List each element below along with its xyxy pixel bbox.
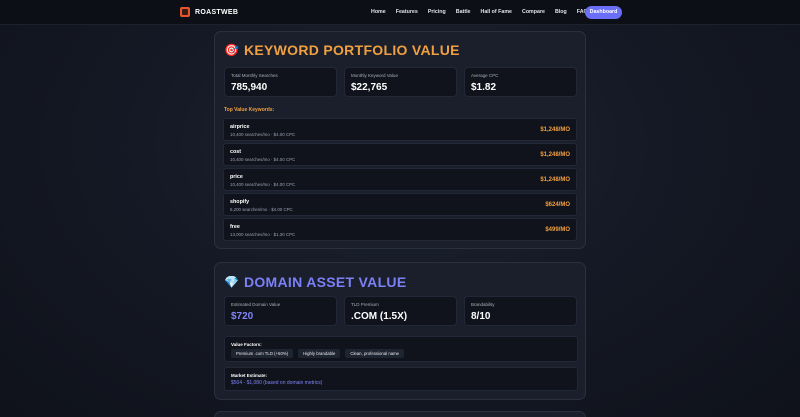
nav-links: Home Features Pricing Battle Hall of Fam… <box>371 9 588 15</box>
value-factors-list: Premium .com TLD (+50%) Highly brandable… <box>231 349 405 358</box>
stat-monthly-keyword-value: Monthly Keyword Value $22,765 <box>344 67 457 97</box>
keyword-name: free <box>230 224 240 230</box>
keyword-value: $1,248/MO <box>540 177 570 183</box>
stat-label: Average CPC <box>471 73 499 78</box>
keyword-meta: 13,000 searches/mo · $1.30 CPC <box>230 232 296 237</box>
nav-link-features[interactable]: Features <box>396 9 418 15</box>
value-factor-chip: Premium .com TLD (+50%) <box>231 349 294 358</box>
stat-label: Brandability <box>471 302 495 307</box>
gem-icon: 💎 <box>224 275 239 289</box>
stat-total-monthly-searches: Total Monthly Searches 785,940 <box>224 67 337 97</box>
nav-link-compare[interactable]: Compare <box>522 9 545 15</box>
market-estimate-panel: Market Estimate: $504 - $1,080 (based on… <box>224 367 578 391</box>
domain-asset-card: 💎 DOMAIN ASSET VALUE Estimated Domain Va… <box>214 262 586 400</box>
keyword-meta: 10,400 searches/mo · $4.00 CPC <box>230 157 296 162</box>
nav-link-hall-of-fame[interactable]: Hall of Fame <box>481 9 513 15</box>
stat-tld-premium: TLD Premium .COM (1.5X) <box>344 296 457 326</box>
keyword-value: $1,248/MO <box>540 152 570 158</box>
keyword-row: airprice 10,400 searches/mo · $4.00 CPC … <box>223 118 577 141</box>
keyword-meta: 10,400 searches/mo · $4.00 CPC <box>230 182 296 187</box>
keyword-portfolio-heading: 🎯 KEYWORD PORTFOLIO VALUE <box>224 42 460 58</box>
nav-link-battle[interactable]: Battle <box>456 9 471 15</box>
keyword-row: shopify 5,200 searches/mo · $4.00 CPC $6… <box>223 193 577 216</box>
stat-label: Monthly Keyword Value <box>351 73 398 78</box>
top-keywords-label: Top Value Keywords: <box>224 107 275 113</box>
stat-value: $1.82 <box>471 82 497 93</box>
stat-estimated-domain-value: Estimated Domain Value $720 <box>224 296 337 326</box>
keyword-meta: 10,400 searches/mo · $4.00 CPC <box>230 132 296 137</box>
stat-value: 785,940 <box>231 82 268 93</box>
keyword-value: $624/MO <box>545 202 570 208</box>
domain-asset-heading: 💎 DOMAIN ASSET VALUE <box>224 274 406 290</box>
brand-name: ROASTWEB <box>195 8 239 16</box>
stat-value: 8/10 <box>471 311 491 322</box>
market-estimate-label: Market Estimate: <box>231 373 268 378</box>
domain-asset-title: DOMAIN ASSET VALUE <box>243 274 407 290</box>
stat-value: $720 <box>231 311 254 322</box>
keyword-name: shopify <box>230 199 250 205</box>
stat-value: $22,765 <box>351 82 388 93</box>
keyword-value: $499/MO <box>545 227 570 233</box>
next-section-card <box>214 411 586 417</box>
keyword-value: $1,248/MO <box>540 127 570 133</box>
nav-link-pricing[interactable]: Pricing <box>428 9 446 15</box>
target-icon: 🎯 <box>224 43 239 57</box>
nav-link-blog[interactable]: Blog <box>555 9 567 15</box>
value-factor-chip: Clean, professional name <box>345 349 405 358</box>
top-navbar: ROASTWEB Home Features Pricing Battle Ha… <box>0 0 800 25</box>
keyword-name: price <box>230 174 243 180</box>
dashboard-button[interactable]: Dashboard <box>585 6 622 19</box>
stat-label: Estimated Domain Value <box>231 302 281 307</box>
stat-average-cpc: Average CPC $1.82 <box>464 67 577 97</box>
brand-logo[interactable]: ROASTWEB <box>180 7 238 17</box>
keyword-row: free 13,000 searches/mo · $1.30 CPC $499… <box>223 218 577 241</box>
value-factors-label: Value Factors: <box>231 342 262 347</box>
keyword-name: cost <box>230 149 242 155</box>
keyword-row: price 10,400 searches/mo · $4.00 CPC $1,… <box>223 168 577 191</box>
keyword-meta: 5,200 searches/mo · $4.00 CPC <box>230 207 293 212</box>
keyword-portfolio-title: KEYWORD PORTFOLIO VALUE <box>243 42 460 58</box>
stat-value: .COM (1.5X) <box>351 311 408 322</box>
keyword-name: airprice <box>230 124 250 130</box>
nav-link-home[interactable]: Home <box>371 9 386 15</box>
roastweb-logo-icon <box>180 7 190 17</box>
market-estimate-value: $504 - $1,080 (based on domain metrics) <box>231 380 323 386</box>
value-factor-chip: Highly brandable <box>298 349 341 358</box>
stat-label: Total Monthly Searches <box>231 73 278 78</box>
keyword-row: cost 10,400 searches/mo · $4.00 CPC $1,2… <box>223 143 577 166</box>
stat-label: TLD Premium <box>351 302 379 307</box>
value-factors-panel: Value Factors: Premium .com TLD (+50%) H… <box>224 336 578 362</box>
keyword-portfolio-card: 🎯 KEYWORD PORTFOLIO VALUE Total Monthly … <box>214 31 586 249</box>
stat-brandability: Brandability 8/10 <box>464 296 577 326</box>
